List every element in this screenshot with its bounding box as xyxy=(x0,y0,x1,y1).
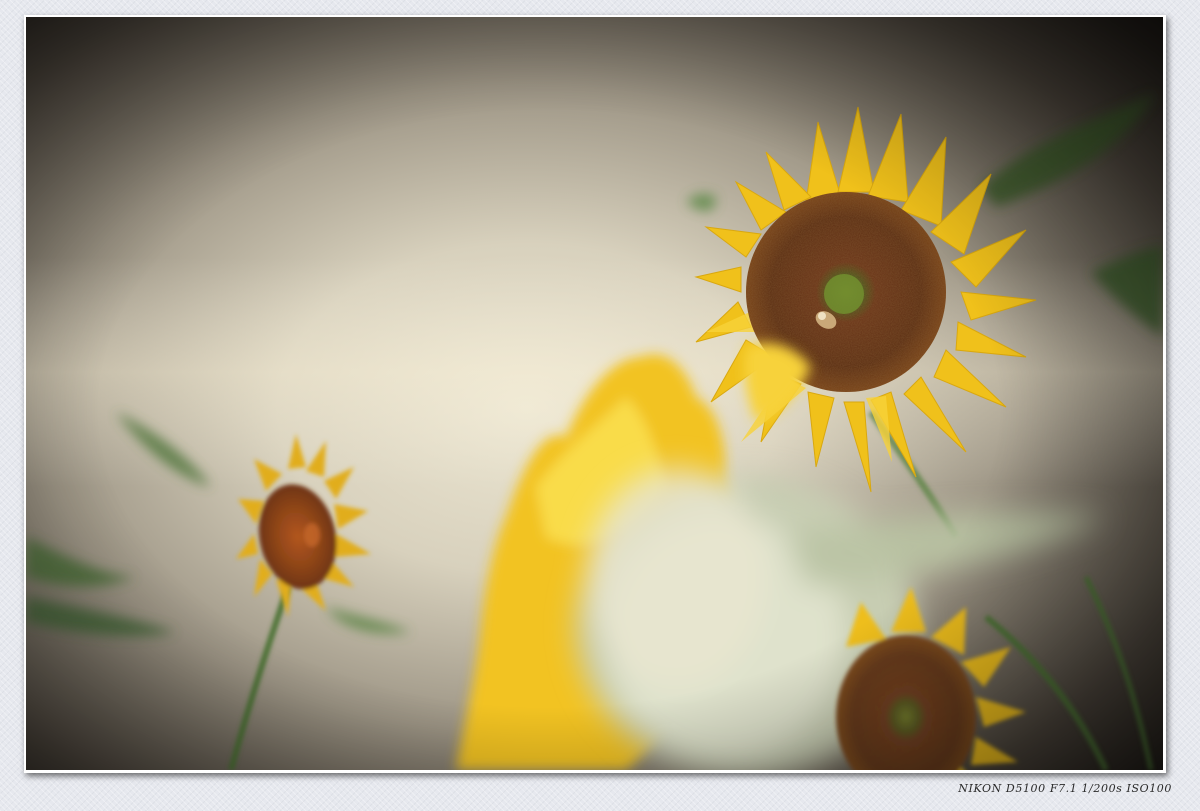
photo-frame xyxy=(24,15,1166,773)
photo-vignette xyxy=(26,17,1163,770)
exif-caption: NIKON D5100 F7.1 1/200s ISO100 xyxy=(958,782,1172,795)
sunflower-photo xyxy=(26,17,1163,770)
